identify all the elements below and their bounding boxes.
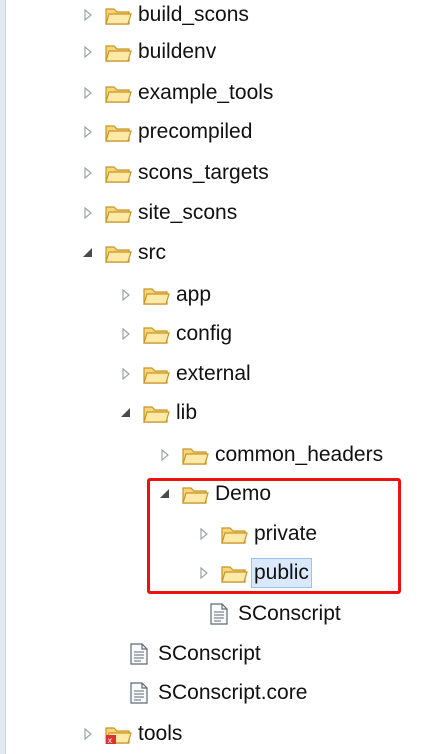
collapsed-arrow-icon[interactable] <box>80 726 96 742</box>
tree-item[interactable]: config <box>118 317 232 351</box>
tree-item[interactable]: SConscript <box>204 597 341 631</box>
tree-item[interactable]: example_tools <box>80 76 273 110</box>
tree-item-label: precompiled <box>138 120 253 143</box>
demo-highlight-box <box>147 478 401 594</box>
tree-item[interactable]: SConscript.core <box>124 676 307 710</box>
tree-item[interactable]: build_scons <box>80 0 249 32</box>
tree-item-label: SConscript <box>158 642 261 665</box>
tree-item-label: scons_targets <box>138 161 269 184</box>
tree-item-label: site_scons <box>138 201 238 224</box>
folder-icon <box>104 4 132 26</box>
svg-text:x: x <box>108 736 113 745</box>
file-icon <box>124 643 152 665</box>
tree-item[interactable]: src <box>80 236 166 270</box>
tree-item-label: SConscript <box>238 602 341 625</box>
left-edge-border <box>0 0 6 754</box>
tree-item-label: app <box>176 283 212 306</box>
collapsed-arrow-icon[interactable] <box>80 165 96 181</box>
folder-icon <box>142 284 170 306</box>
folder-icon <box>104 41 132 63</box>
tree-item-label: lib <box>176 401 198 424</box>
tree-item-label: tools <box>138 722 183 745</box>
folder-icon <box>142 363 170 385</box>
tree-item[interactable]: scons_targets <box>80 156 269 190</box>
collapsed-arrow-icon[interactable] <box>118 326 134 342</box>
collapsed-arrow-icon[interactable] <box>118 366 134 382</box>
tree-item-label: example_tools <box>138 81 274 104</box>
tree-item[interactable]: common_headers <box>157 438 383 472</box>
tree-item[interactable]: x tools <box>80 717 182 751</box>
tree-item[interactable]: precompiled <box>80 115 252 149</box>
tree-item[interactable]: site_scons <box>80 196 237 230</box>
tree-item-label: src <box>138 241 166 264</box>
folder-icon <box>142 323 170 345</box>
collapsed-arrow-icon[interactable] <box>80 124 96 140</box>
collapsed-arrow-icon[interactable] <box>118 287 134 303</box>
tree-item[interactable]: external <box>118 357 251 391</box>
tree-item-label: buildenv <box>138 40 217 63</box>
folder-icon <box>181 444 209 466</box>
tree-item[interactable]: buildenv <box>80 35 216 69</box>
expanded-arrow-icon[interactable] <box>80 245 96 261</box>
folder-icon <box>104 242 132 264</box>
tree-item[interactable]: app <box>118 278 211 312</box>
collapsed-arrow-icon[interactable] <box>157 447 173 463</box>
tree-item[interactable]: SConscript <box>124 637 261 671</box>
tree-item-label: external <box>176 362 251 385</box>
folder-icon <box>104 121 132 143</box>
expanded-arrow-icon[interactable] <box>118 405 134 421</box>
folder-icon <box>104 82 132 104</box>
tree-item-label: SConscript.core <box>158 681 308 704</box>
file-icon <box>204 603 232 625</box>
collapsed-arrow-icon[interactable] <box>80 44 96 60</box>
folder-icon <box>104 202 132 224</box>
tree-item-label: common_headers <box>215 443 384 466</box>
tree-item-label: build_scons <box>138 3 249 26</box>
collapsed-arrow-icon[interactable] <box>80 205 96 221</box>
folder-icon <box>104 162 132 184</box>
tree-item-label: config <box>176 322 233 345</box>
folder-icon <box>142 402 170 424</box>
tree-item[interactable]: lib <box>118 396 197 430</box>
folder-error-icon: x <box>104 723 132 745</box>
collapsed-arrow-icon[interactable] <box>80 7 96 23</box>
collapsed-arrow-icon[interactable] <box>80 85 96 101</box>
file-icon <box>124 682 152 704</box>
